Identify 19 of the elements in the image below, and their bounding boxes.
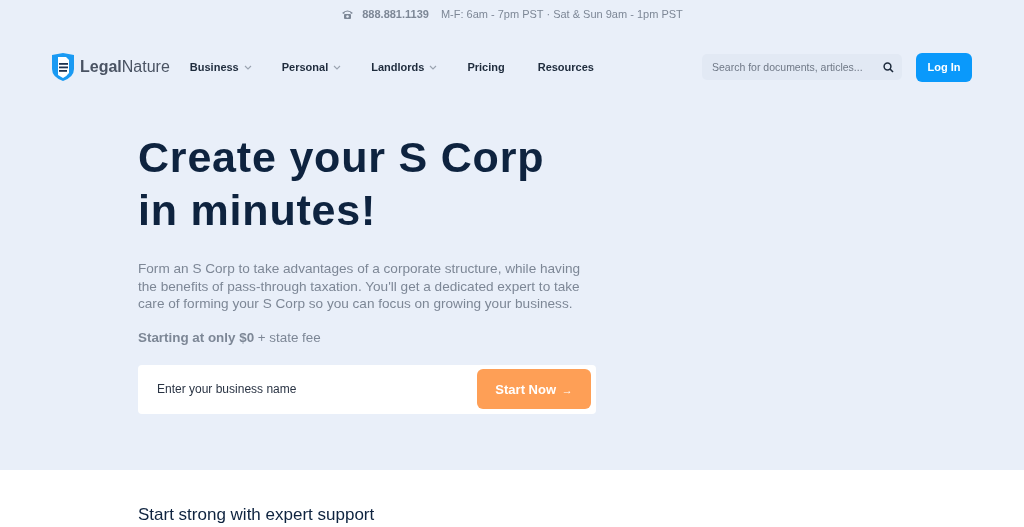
section-heading: Start strong with expert support [138,505,376,525]
chevron-down-icon [243,64,252,70]
nav-link[interactable]: Pricing [467,61,505,73]
nav-link[interactable]: Resources [537,61,594,73]
price-text: Starting at only $0 + state fee [138,329,322,345]
search-input[interactable]: Search for documents, articles... [712,61,883,73]
nav-link[interactable]: Personal [281,61,342,73]
chevron-down-icon [333,64,342,70]
phone-icon [341,8,355,20]
hero-heading: Create your S Corp in minutes! [138,132,546,236]
hero-description: Form an S Corp to take advantages of a corporate structure, while having the benefits of pass-through taxation. You'll get a dedicated expert to take care of forming your S Corp so you can focus on growing your business. [138,260,582,313]
nav-link[interactable]: Business [189,61,252,73]
business-hours: M-F: 6am - 7pm PST · Sat & Sun 9am - 1pm PST [440,8,683,20]
search-field[interactable]: Search for documents, articles... [702,54,902,80]
chevron-down-icon [429,64,438,70]
search-icon[interactable] [883,61,894,73]
logo-text[interactable]: LegalNature [80,58,170,76]
nav-link[interactable]: Landlords [371,61,438,73]
shield-document-icon[interactable] [51,52,75,82]
